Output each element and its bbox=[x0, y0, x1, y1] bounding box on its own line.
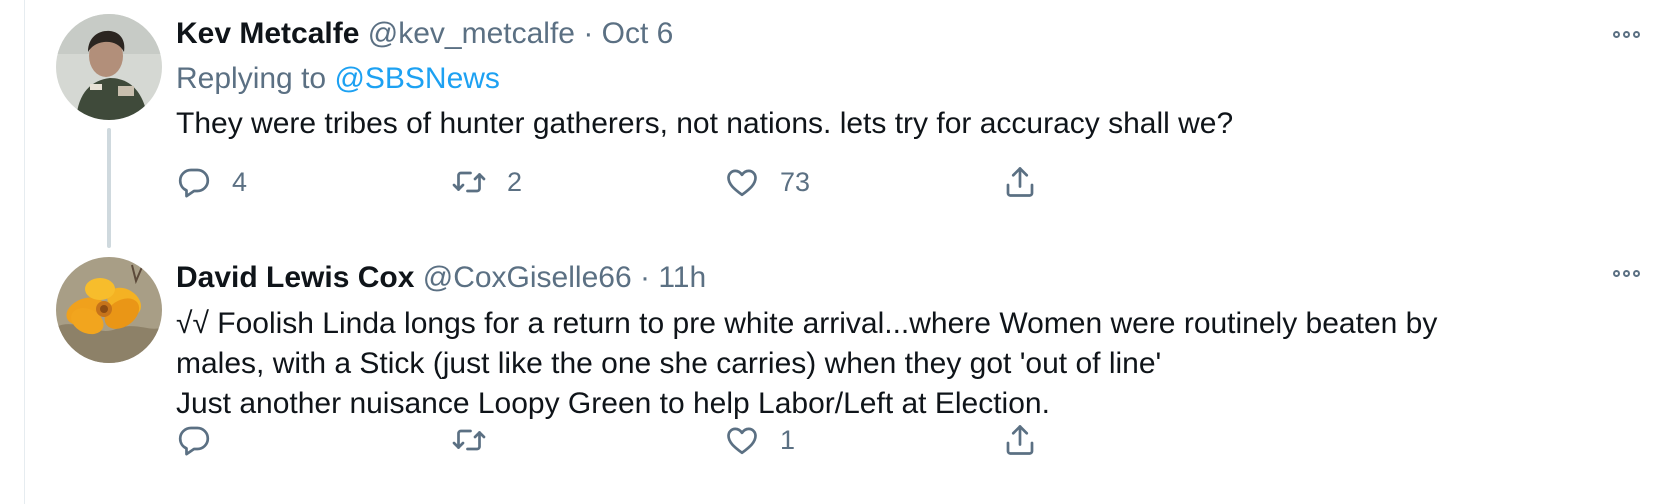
share-icon bbox=[1006, 425, 1034, 455]
separator-dot: · bbox=[583, 17, 594, 50]
avatar[interactable] bbox=[56, 14, 162, 120]
timestamp[interactable]: 11h bbox=[658, 261, 706, 294]
like-count: 1 bbox=[780, 424, 796, 455]
reply-count: 4 bbox=[232, 166, 248, 197]
user-handle[interactable]: @kev_metcalfe bbox=[368, 17, 575, 50]
display-name[interactable]: David Lewis Cox bbox=[176, 261, 414, 294]
reply-button[interactable]: 4 bbox=[176, 160, 247, 204]
display-name[interactable]: Kev Metcalfe bbox=[176, 17, 359, 50]
tweet-header: Kev Metcalfe @kev_metcalfe · Oct 6 bbox=[176, 14, 1628, 54]
tweet-header: David Lewis Cox @CoxGiselle66 · 11h bbox=[176, 258, 1628, 298]
retweet-count: 2 bbox=[507, 166, 523, 197]
tweet-body: Kev Metcalfe @kev_metcalfe · Oct 6 Reply… bbox=[176, 14, 1628, 144]
separator-dot: · bbox=[639, 261, 650, 294]
like-count: 73 bbox=[780, 166, 811, 197]
like-button[interactable]: 1 bbox=[724, 418, 795, 462]
thread-connector bbox=[107, 128, 111, 248]
reply-icon bbox=[178, 168, 210, 198]
more-icon[interactable] bbox=[1613, 263, 1640, 283]
replying-to-link[interactable]: @SBSNews bbox=[334, 62, 500, 95]
avatar-photo bbox=[56, 14, 162, 120]
like-icon bbox=[727, 169, 757, 197]
share-button[interactable] bbox=[1002, 160, 1038, 204]
tweet-actions: 4 2 73 bbox=[176, 160, 1076, 204]
tweet[interactable]: David Lewis Cox @CoxGiselle66 · 11h √√ F… bbox=[25, 250, 1668, 504]
retweet-icon bbox=[452, 429, 486, 451]
tweet-text-line: √√ Foolish Linda longs for a return to p… bbox=[176, 307, 1438, 340]
replying-to: Replying to @SBSNews bbox=[176, 59, 1628, 99]
timeline: Kev Metcalfe @kev_metcalfe · Oct 6 Reply… bbox=[24, 0, 1668, 504]
replying-to-label: Replying to bbox=[176, 62, 327, 95]
retweet-button[interactable]: 2 bbox=[451, 160, 522, 204]
user-handle[interactable]: @CoxGiselle66 bbox=[423, 261, 632, 294]
like-icon bbox=[727, 427, 757, 455]
avatar-photo bbox=[56, 257, 162, 363]
tweet-body: David Lewis Cox @CoxGiselle66 · 11h √√ F… bbox=[176, 258, 1628, 424]
tweet-text-line: They were tribes of hunter gatherers, no… bbox=[176, 107, 1234, 140]
tweet-text: √√ Foolish Linda longs for a return to p… bbox=[176, 304, 1628, 424]
tweet-text-line: males, with a Stick (just like the one s… bbox=[176, 347, 1162, 380]
tweet[interactable]: Kev Metcalfe @kev_metcalfe · Oct 6 Reply… bbox=[25, 0, 1668, 250]
timestamp[interactable]: Oct 6 bbox=[602, 17, 674, 50]
retweet-button[interactable] bbox=[451, 418, 507, 462]
reply-icon bbox=[178, 426, 210, 456]
tweet-text: They were tribes of hunter gatherers, no… bbox=[176, 104, 1628, 144]
share-icon bbox=[1006, 167, 1034, 197]
like-button[interactable]: 73 bbox=[724, 160, 810, 204]
reply-button[interactable] bbox=[176, 418, 232, 462]
share-button[interactable] bbox=[1002, 418, 1038, 462]
more-icon[interactable] bbox=[1613, 24, 1640, 44]
retweet-icon bbox=[452, 171, 486, 193]
tweet-actions: 1 bbox=[176, 418, 1076, 462]
avatar[interactable] bbox=[56, 257, 162, 363]
